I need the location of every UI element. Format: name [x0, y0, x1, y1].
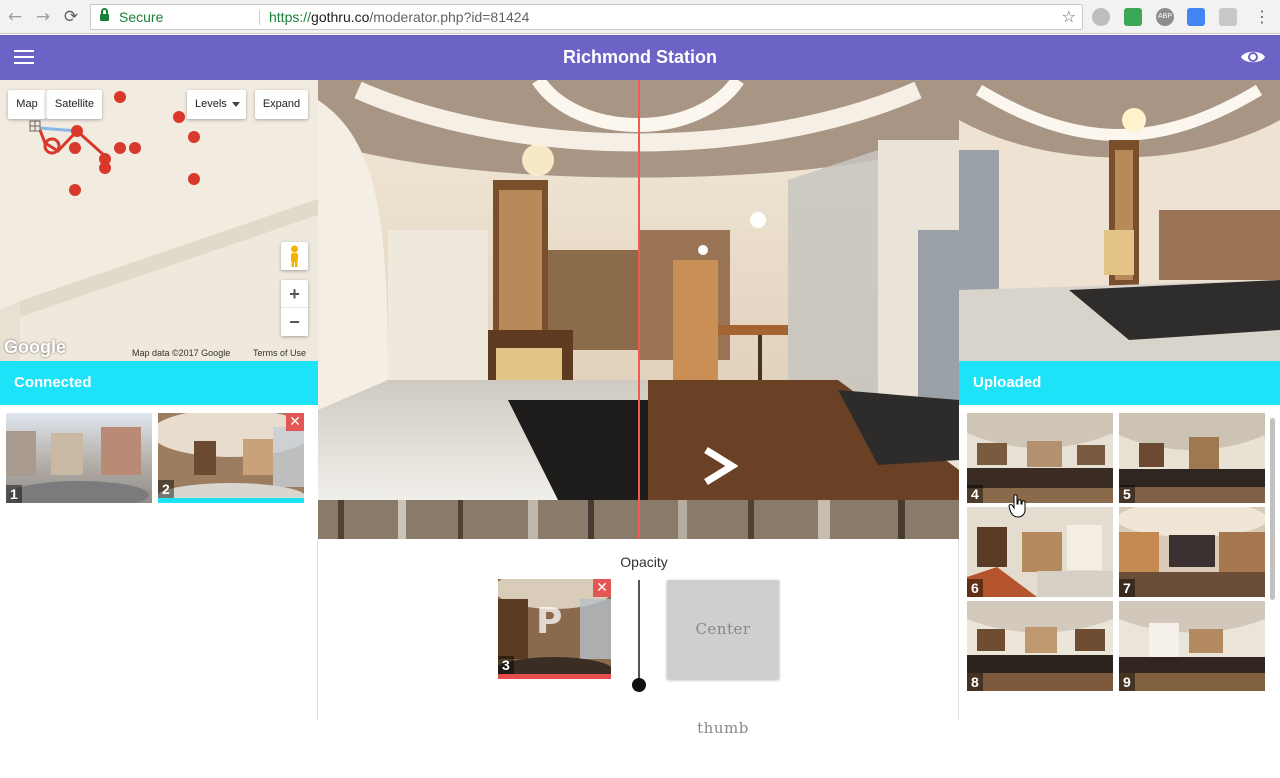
url-text[interactable]: https://gothru.co/moderator.php?id=81424 [269, 5, 529, 29]
uploaded-thumb-6[interactable]: 6 [967, 507, 1113, 597]
extension-ghost-icon[interactable] [1092, 8, 1110, 26]
thumb-number: 2 [158, 480, 174, 498]
extension-upload-icon[interactable] [1219, 8, 1237, 26]
remove-connection-button[interactable]: ✕ [286, 413, 304, 431]
preview-panorama[interactable] [959, 80, 1280, 361]
terms-of-use-link[interactable]: Terms of Use [253, 348, 306, 358]
hand-cursor-icon [1008, 494, 1026, 518]
url-path: /moderator.php?id=81424 [369, 9, 530, 25]
map-data-attribution: Map data ©2017 Google [132, 348, 231, 358]
pano-thumbnail-image [1119, 601, 1265, 691]
url-separator [259, 10, 260, 25]
uploaded-scrollbar[interactable] [1270, 418, 1275, 600]
uploaded-thumb-4[interactable]: 4 [967, 413, 1113, 503]
pano-thumbnail-image [967, 601, 1113, 691]
browser-toolbar: ← → ⟳ Secure https://gothru.co/moderator… [0, 0, 1280, 34]
translate-icon[interactable] [1187, 8, 1205, 26]
uploaded-thumb-7[interactable]: 7 [1119, 507, 1265, 597]
map-canvas[interactable] [0, 80, 318, 361]
expand-button[interactable]: Expand [255, 90, 308, 119]
preview-panorama-image [959, 80, 1280, 361]
pano-thumbnail-image [158, 413, 304, 498]
thumb-badge-letter: P [536, 601, 563, 642]
eye-icon[interactable] [1240, 47, 1266, 67]
thumb-number: 7 [1119, 579, 1135, 597]
forward-button[interactable]: → [32, 6, 54, 28]
connected-thumb-1[interactable]: 1 [6, 413, 152, 503]
pano-thumbnail-image [967, 507, 1113, 597]
map-type-satellite-button[interactable]: Satellite [46, 90, 102, 119]
thumb-number: 9 [1119, 673, 1135, 691]
uploaded-thumb-9[interactable]: 9 [1119, 601, 1265, 691]
app-header: Richmond Station [0, 35, 1280, 80]
current-thumb-3[interactable]: P 3 ✕ [498, 579, 611, 679]
pano-thumbnail-image [1119, 507, 1265, 597]
dropdown-arrow-icon [232, 102, 240, 107]
panorama-viewer[interactable] [318, 80, 959, 539]
thumb-number: 4 [967, 485, 983, 503]
pane-divider-left [317, 539, 318, 720]
remove-current-thumb-button[interactable]: ✕ [593, 579, 611, 597]
map-type-map-button[interactable]: Map [8, 90, 46, 119]
adblock-icon[interactable]: ABP [1156, 8, 1174, 26]
pano-thumbnail-image [1119, 413, 1265, 503]
opacity-label: Opacity [620, 554, 668, 570]
secure-label: Secure [119, 9, 164, 25]
thumb-number: 8 [967, 673, 983, 691]
thumb-number: 3 [498, 656, 514, 674]
page-title: Richmond Station [563, 47, 717, 67]
uploaded-thumb-8[interactable]: 8 [967, 601, 1113, 691]
opacity-slider-handle[interactable] [632, 678, 646, 692]
back-button[interactable]: ← [4, 6, 26, 28]
map-panel[interactable]: Map Satellite Levels Expand + − Google M… [0, 80, 318, 361]
pano-thumbnail-image [6, 413, 152, 503]
address-bar[interactable]: Secure https://gothru.co/moderator.php?i… [90, 4, 1083, 30]
levels-label: Levels [195, 98, 227, 110]
url-host: gothru.co [311, 9, 370, 25]
thumb-number: 1 [6, 485, 22, 503]
connected-header: Connected [0, 361, 318, 405]
connected-thumb-2[interactable]: 2 ✕ [158, 413, 304, 503]
uploaded-header: Uploaded [959, 361, 1280, 405]
levels-dropdown[interactable]: Levels [187, 90, 246, 119]
lock-icon [100, 8, 109, 22]
zoom-in-button[interactable]: + [281, 280, 308, 308]
thumb-number: 5 [1119, 485, 1135, 503]
center-thumb-button[interactable]: Center thumb [667, 580, 779, 737]
chevron-right-icon[interactable] [698, 446, 738, 486]
pane-divider-right [958, 539, 959, 720]
opacity-slider-track[interactable] [638, 580, 640, 684]
url-scheme: https:// [269, 9, 312, 25]
pano-thumbnail-image [967, 413, 1113, 503]
uploaded-thumb-5[interactable]: 5 [1119, 413, 1265, 503]
google-logo: Google [4, 337, 66, 357]
zoom-out-button[interactable]: − [281, 308, 308, 336]
pegman-icon[interactable] [281, 242, 308, 270]
extension-evernote-icon[interactable] [1124, 8, 1142, 26]
thumb-number: 6 [967, 579, 983, 597]
split-divider[interactable] [638, 80, 640, 539]
zoom-control: + − [281, 280, 308, 336]
reload-button[interactable]: ⟳ [60, 6, 82, 28]
browser-menu-icon[interactable]: ⋮ [1254, 6, 1270, 28]
bookmark-star-icon[interactable]: ☆ [1062, 5, 1076, 29]
